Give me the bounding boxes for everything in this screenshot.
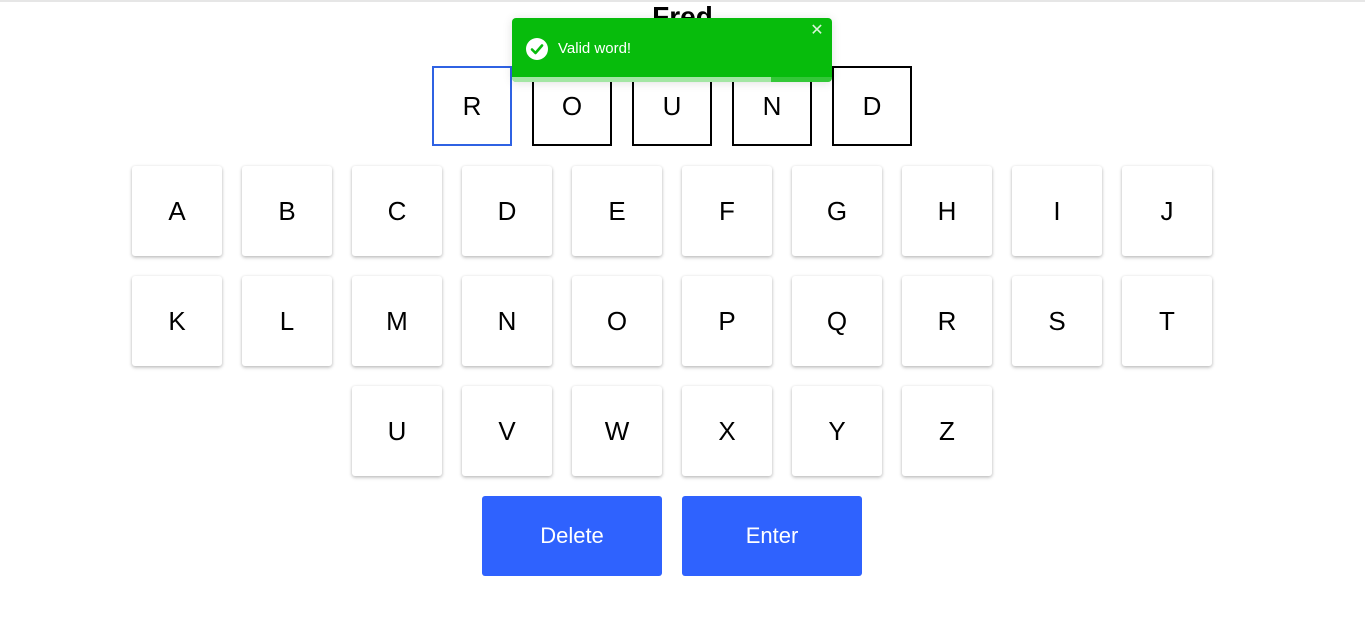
key-o[interactable]: O [572, 276, 662, 366]
key-e[interactable]: E [572, 166, 662, 256]
close-icon[interactable]: ✕ [810, 22, 824, 40]
letter-slot-5[interactable]: D [832, 66, 912, 146]
key-t[interactable]: T [1122, 276, 1212, 366]
key-u[interactable]: U [352, 386, 442, 476]
key-f[interactable]: F [682, 166, 772, 256]
toast-progress-track [512, 77, 832, 82]
key-x[interactable]: X [682, 386, 772, 476]
check-circle-icon [526, 38, 548, 60]
key-c[interactable]: C [352, 166, 442, 256]
key-a[interactable]: A [132, 166, 222, 256]
key-z[interactable]: Z [902, 386, 992, 476]
key-i[interactable]: I [1012, 166, 1102, 256]
key-y[interactable]: Y [792, 386, 882, 476]
key-b[interactable]: B [242, 166, 332, 256]
key-l[interactable]: L [242, 276, 332, 366]
toast-message: Valid word! [558, 40, 632, 57]
key-h[interactable]: H [902, 166, 992, 256]
key-k[interactable]: K [132, 276, 222, 366]
key-v[interactable]: V [462, 386, 552, 476]
success-toast[interactable]: Valid word! ✕ [512, 18, 832, 82]
key-s[interactable]: S [1012, 276, 1102, 366]
enter-button[interactable]: Enter [682, 496, 862, 576]
letter-slot-1[interactable]: R [432, 66, 512, 146]
key-q[interactable]: Q [792, 276, 882, 366]
key-r[interactable]: R [902, 276, 992, 366]
delete-button[interactable]: Delete [482, 496, 662, 576]
key-n[interactable]: N [462, 276, 552, 366]
toast-progress-bar [512, 77, 772, 82]
key-j[interactable]: J [1122, 166, 1212, 256]
key-p[interactable]: P [682, 276, 772, 366]
key-w[interactable]: W [572, 386, 662, 476]
key-m[interactable]: M [352, 276, 442, 366]
key-d[interactable]: D [462, 166, 552, 256]
key-g[interactable]: G [792, 166, 882, 256]
